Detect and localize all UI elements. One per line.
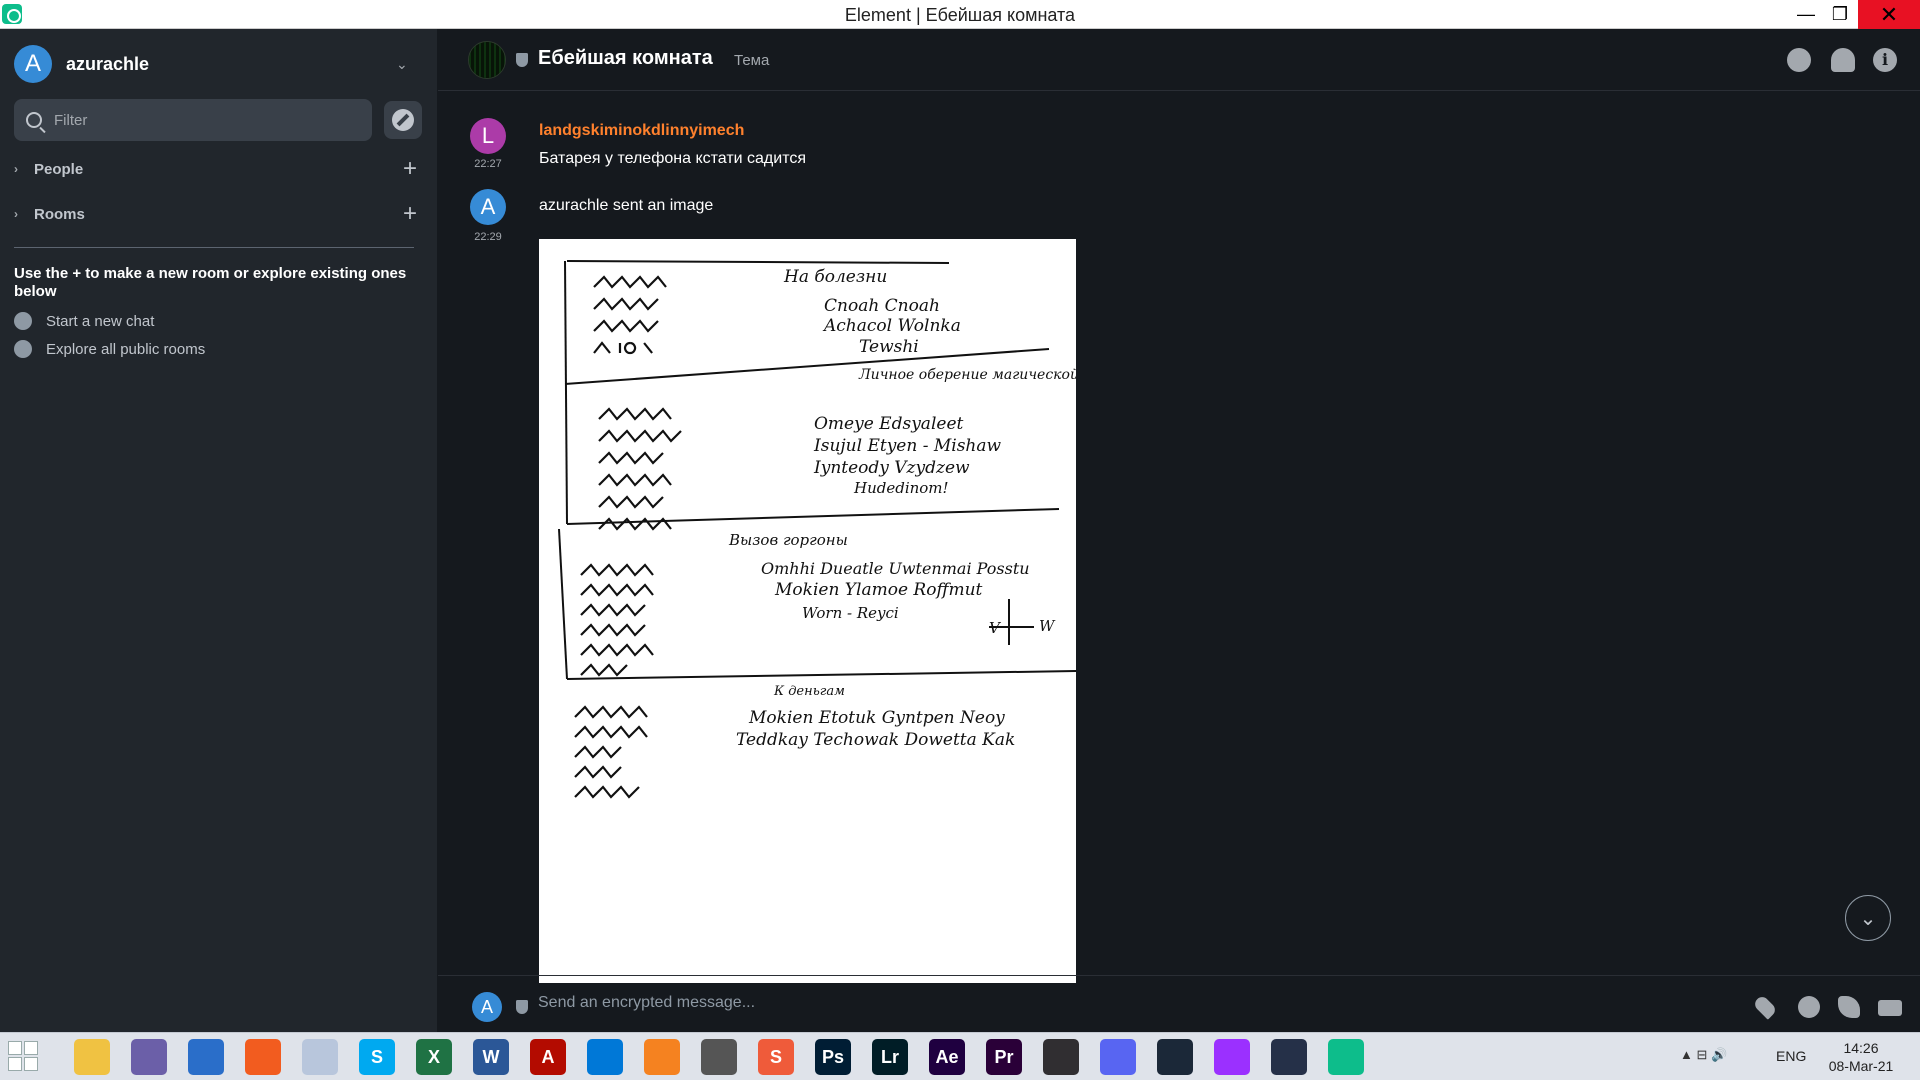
user-menu[interactable]: A azurachle ⌄ (14, 45, 414, 83)
room-view: Ебейшая комната Тема L 22:27 landgskimin… (438, 29, 1920, 1032)
filter-input[interactable] (54, 111, 334, 129)
windows-start-button[interactable] (8, 1041, 40, 1073)
note-line: Isujul Etyen - Mishaw (813, 436, 1002, 456)
empty-hint: Use the + to make a new room or explore … (14, 265, 407, 300)
taskbar-app-premiere[interactable]: Pr (986, 1039, 1022, 1075)
input-language[interactable]: ENG (1776, 1048, 1806, 1064)
taskbar-app-steam[interactable] (1157, 1039, 1193, 1075)
section-title: К деньгам (773, 684, 845, 699)
note-line: Hudedinom! (853, 479, 949, 497)
explore-public-rooms-label[interactable]: Explore all public rooms (46, 341, 205, 358)
maximize-button[interactable]: ❐ (1823, 0, 1857, 29)
taskbar-app-vlc[interactable] (644, 1039, 680, 1075)
image-caption: azurachle sent an image (539, 197, 714, 214)
note-line: Omeye Edsyaleet (814, 414, 963, 434)
taskbar-app-file-explorer[interactable] (74, 1039, 110, 1075)
handwritten-notes-image: На болезни Cnoah Cnoah Achacol Wolnka Te… (558, 260, 1076, 799)
taskbar-app-word[interactable]: W (473, 1039, 509, 1075)
add-room-button[interactable]: + (398, 200, 422, 228)
message-tile: A 22:29 azurachle sent an image На болез… (438, 13, 1538, 1013)
section-title: На болезни (783, 267, 887, 287)
section-title: Вызов горгоны (728, 531, 848, 549)
taskbar-app-skype[interactable]: S (359, 1039, 395, 1075)
section-title: Личное оберение магической силы (858, 367, 1076, 383)
user-name[interactable]: azurachle (66, 54, 396, 75)
clock[interactable]: 14:26 08-Mar-21 (1816, 1039, 1906, 1075)
left-sidebar: A azurachle ⌄ › People + › Rooms + Use t… (0, 29, 438, 1032)
sender-avatar[interactable]: A (470, 189, 506, 225)
emoji-icon[interactable] (1798, 996, 1820, 1018)
note-line: Worn - Reyci (802, 604, 899, 622)
cipher-glyphs (574, 275, 682, 799)
compass-icon (14, 340, 32, 358)
search-icon (26, 112, 42, 128)
note-line: Mokien Etotuk Gyntpen Neoy (748, 708, 1005, 728)
taskbar-app-photoshop[interactable]: Ps (815, 1039, 851, 1075)
explore-rooms-button[interactable] (384, 101, 422, 139)
info-icon[interactable] (1873, 48, 1897, 72)
note-line: Iynteody Vzydzew (813, 458, 970, 478)
taskbar-app-after-effects[interactable]: Ae (929, 1039, 965, 1075)
message-timestamp: 22:29 (474, 231, 502, 243)
clock-time: 14:26 (1843, 1040, 1879, 1056)
compass-label: W (1039, 617, 1056, 635)
taskbar-app-downloader[interactable] (701, 1039, 737, 1075)
explore-public-rooms-link[interactable]: Explore all public rooms (14, 338, 414, 360)
section-people-label[interactable]: People (34, 161, 398, 178)
taskbar-app-globe[interactable] (302, 1039, 338, 1075)
chevron-down-icon[interactable]: ⌄ (396, 56, 414, 73)
shield-icon (516, 1000, 528, 1014)
message-composer: A (438, 975, 1920, 1032)
taskbar-app-lock[interactable] (1271, 1039, 1307, 1075)
section-rooms[interactable]: › Rooms + (14, 200, 422, 228)
section-people[interactable]: › People + (14, 155, 422, 183)
voice-call-icon[interactable] (1838, 996, 1860, 1018)
start-new-chat-link[interactable]: Start a new chat (14, 310, 414, 332)
message-input[interactable] (538, 994, 1338, 1012)
jump-to-bottom-button[interactable]: ⌄ (1845, 895, 1891, 941)
compass-icon (392, 109, 414, 131)
taskbar-app-vscode[interactable] (587, 1039, 623, 1075)
note-line: Cnoah Cnoah (824, 296, 940, 316)
taskbar-app-sublime[interactable]: S (758, 1039, 794, 1075)
windows-taskbar: S X W A S Ps Lr Ae Pr ▲ ⊟ 🔊 ENG 14:26 08-Mar-21 (0, 1032, 1920, 1080)
note-line: Achacol Wolnka (822, 316, 961, 336)
chevron-right-icon[interactable]: › (14, 207, 34, 221)
note-line: Omhhi Dueatle Uwtenmai Posstu (761, 559, 1030, 578)
user-avatar[interactable]: A (14, 45, 52, 83)
taskbar-app-browser[interactable] (188, 1039, 224, 1075)
start-new-chat-label[interactable]: Start a new chat (46, 313, 154, 330)
clock-date: 08-Mar-21 (1828, 1058, 1894, 1074)
search-icon[interactable] (1787, 48, 1811, 72)
taskbar-app-bittorrent[interactable] (131, 1039, 167, 1075)
minimize-button[interactable]: — (1789, 0, 1823, 29)
sidebar-divider (14, 247, 414, 248)
composer-avatar: A (472, 992, 502, 1022)
taskbar-app-lightroom[interactable]: Lr (872, 1039, 908, 1075)
taskbar-app-cortana[interactable] (1214, 1039, 1250, 1075)
filter-box[interactable] (14, 99, 372, 141)
close-button[interactable]: ✕ (1858, 0, 1920, 29)
note-line: Mokien Ylamoe Roffmut (774, 580, 983, 600)
taskbar-app-obs[interactable] (1043, 1039, 1079, 1075)
taskbar-app-excel[interactable]: X (416, 1039, 452, 1075)
taskbar-app-acrobat[interactable]: A (530, 1039, 566, 1075)
taskbar-app-element[interactable] (1328, 1039, 1364, 1075)
message-image[interactable]: На болезни Cnoah Cnoah Achacol Wolnka Te… (539, 239, 1076, 983)
chevron-right-icon[interactable]: › (14, 162, 34, 176)
section-rooms-label[interactable]: Rooms (34, 206, 398, 223)
bell-icon[interactable] (1831, 48, 1855, 72)
add-person-button[interactable]: + (398, 155, 422, 183)
attach-icon[interactable] (1752, 994, 1778, 1020)
note-line: Tewshi (859, 337, 919, 357)
system-tray[interactable]: ▲ ⊟ 🔊 (1680, 1047, 1727, 1063)
taskbar-app-firefox[interactable] (245, 1039, 281, 1075)
chat-bubble-icon (14, 312, 32, 330)
video-call-icon[interactable] (1878, 1000, 1902, 1016)
taskbar-app-discord[interactable] (1100, 1039, 1136, 1075)
note-line: Teddkay Techowak Dowetta Kak (736, 730, 1015, 750)
